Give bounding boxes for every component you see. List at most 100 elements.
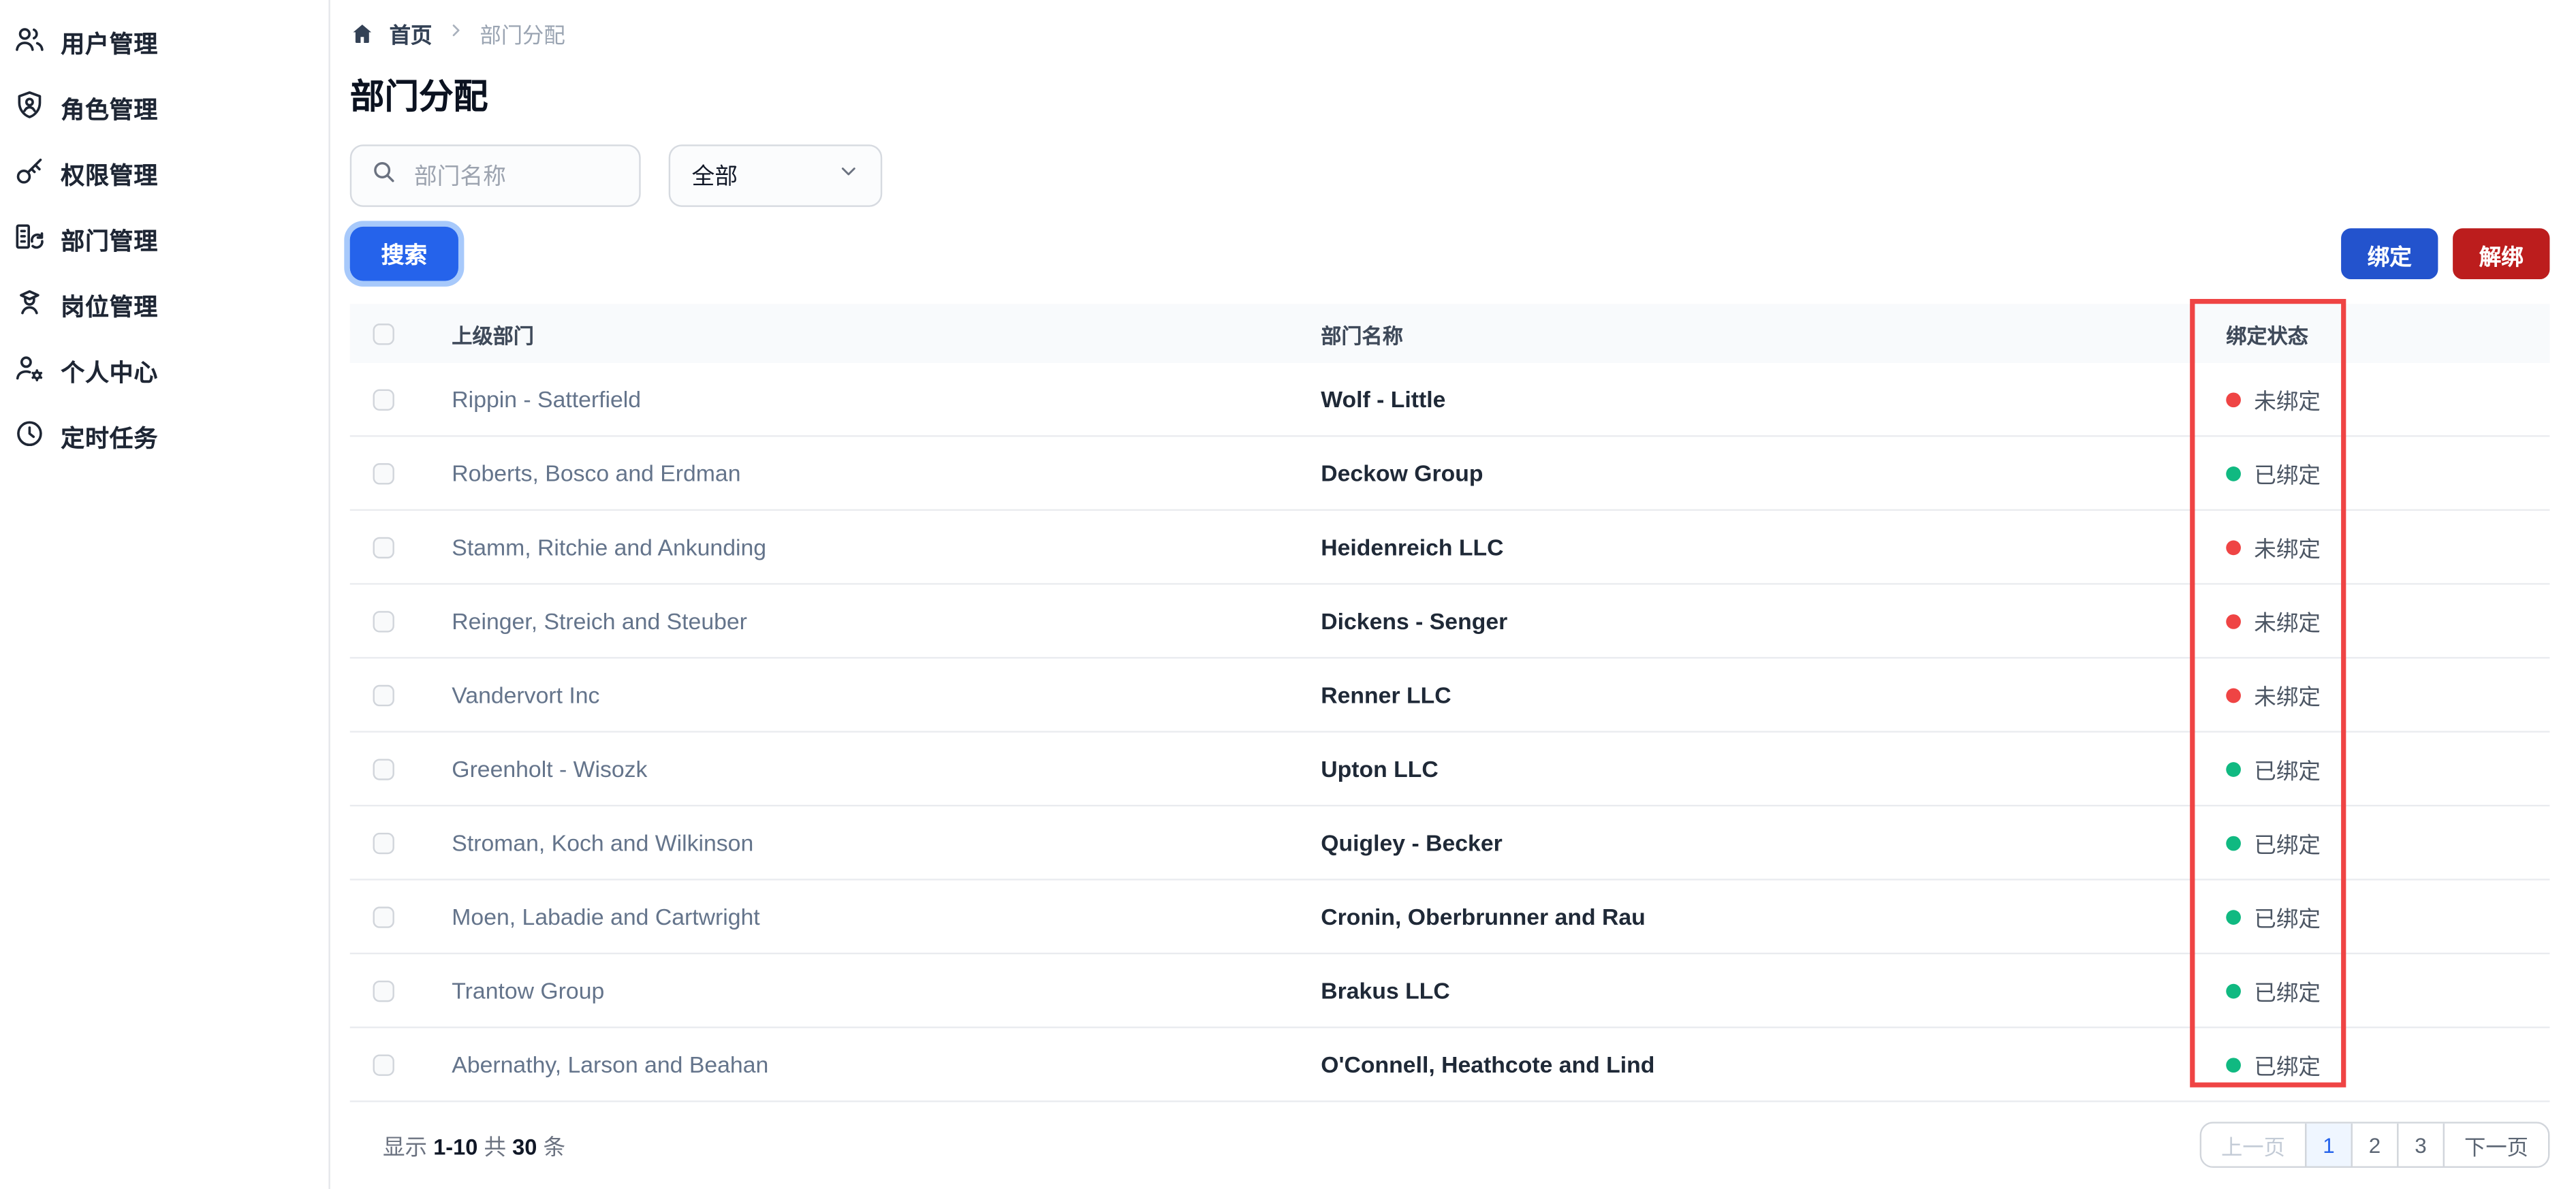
status-label: 未绑定 [2254,537,2321,562]
department-name-search-box[interactable] [349,144,641,207]
table-row[interactable]: Rippin - Satterfield Wolf - Little 未绑定 [349,363,2550,437]
status-label: 已绑定 [2254,832,2321,858]
status-dot-icon [2226,392,2241,407]
table-body: Rippin - Satterfield Wolf - Little 未绑定 R… [349,363,2550,1103]
select-value: 全部 [691,162,738,189]
status-label: 已绑定 [2254,1054,2321,1079]
table-row[interactable]: Trantow Group Brakus LLC 已绑定 [349,954,2550,1028]
next-page-button[interactable]: 下一页 [2443,1123,2549,1167]
status-label: 未绑定 [2254,389,2321,414]
status-dot-icon [2226,539,2241,555]
parent-department-cell: Stroman, Koch and Wilkinson [452,829,754,856]
chevron-down-icon [838,161,859,190]
sidebar-item-personal-center[interactable]: 个人中心 [0,338,328,404]
sidebar-item-user-management[interactable]: 用户管理 [0,10,328,75]
column-header-status: 绑定状态 [2226,324,2308,348]
home-icon[interactable] [350,20,375,45]
pagination-summary: 显示 1-10 共 30 条 [382,1135,566,1160]
binding-status-cell: 未绑定 [2226,605,2549,637]
row-checkbox[interactable] [373,831,394,854]
sidebar-item-position-management[interactable]: 岗位管理 [0,272,328,338]
table-row[interactable]: Abernathy, Larson and Beahan O'Connell, … [349,1028,2550,1103]
sidebar-item-label: 定时任务 [61,426,159,453]
key-icon [13,154,46,195]
filter-bar: 全部 [349,144,2550,207]
sidebar-item-role-management[interactable]: 角色管理 [0,76,328,141]
action-bar: 搜索 绑定 解绑 [349,226,2550,281]
table-row[interactable]: Vandervort Inc Renner LLC 未绑定 [349,659,2550,733]
sidebar-item-label: 部门管理 [61,229,159,256]
sidebar-item-scheduled-tasks[interactable]: 定时任务 [0,404,328,469]
department-name-cell: Upton LLC [1321,755,1439,782]
status-label: 已绑定 [2254,463,2321,488]
binding-status-cell: 已绑定 [2226,752,2549,785]
users-icon [13,22,46,63]
summary-range: 1-10 [433,1135,478,1160]
binding-status-cell: 已绑定 [2226,974,2549,1006]
table-row[interactable]: Roberts, Bosco and Erdman Deckow Group 已… [349,437,2550,511]
row-checkbox[interactable] [373,1053,394,1075]
main-content: 首页 部门分配 部门分配 全部 搜索 绑定 解绑 上 [332,0,2576,1189]
table-row[interactable]: Greenholt - Wisozk Upton LLC 已绑定 [349,732,2550,807]
parent-department-cell: Abernathy, Larson and Beahan [452,1051,769,1078]
row-checkbox[interactable] [373,610,394,632]
unbind-button[interactable]: 解绑 [2453,228,2550,280]
department-name-cell: Deckow Group [1321,460,1483,486]
status-filter-select[interactable]: 全部 [668,144,883,207]
chevron-right-icon [447,18,465,48]
user-gear-icon [13,351,46,392]
status-dot-icon [2226,613,2241,629]
page-button-3[interactable]: 3 [2397,1123,2443,1167]
parent-department-cell: Vandervort Inc [452,681,600,708]
row-checkbox[interactable] [373,388,394,410]
department-name-cell: Renner LLC [1321,681,1451,708]
summary-total: 30 [512,1135,537,1160]
parent-department-cell: Trantow Group [452,977,605,1004]
pagination: 上一页 1 2 3 下一页 [2199,1122,2550,1168]
sidebar-item-label: 角色管理 [61,97,159,125]
row-checkbox[interactable] [373,906,394,928]
prev-page-button[interactable]: 上一页 [2201,1123,2305,1167]
status-dot-icon [2226,465,2241,481]
binding-status-cell: 已绑定 [2226,457,2549,490]
status-label: 已绑定 [2254,906,2321,932]
binding-status-cell: 未绑定 [2226,530,2549,563]
page-button-2[interactable]: 2 [2351,1123,2398,1167]
row-checkbox[interactable] [373,536,394,558]
binding-status-cell: 已绑定 [2226,1048,2549,1081]
clock-icon [13,416,46,457]
breadcrumb-home[interactable]: 首页 [390,17,433,48]
sidebar-item-label: 用户管理 [61,32,159,59]
table-row[interactable]: Moen, Labadie and Cartwright Cronin, Obe… [349,880,2550,955]
table-header-row: 上级部门 部门名称 绑定状态 [349,304,2550,364]
row-checkbox[interactable] [373,462,394,484]
shield-user-icon [13,88,46,129]
status-label: 已绑定 [2254,759,2321,784]
row-checkbox[interactable] [373,758,394,780]
table-row[interactable]: Reinger, Streich and Steuber Dickens - S… [349,584,2550,659]
department-name-cell: Quigley - Becker [1321,829,1503,856]
department-name-cell: Dickens - Senger [1321,607,1508,635]
department-name-cell: Brakus LLC [1321,977,1450,1004]
search-input[interactable] [411,161,621,191]
column-header-parent: 上级部门 [452,324,534,348]
page-title: 部门分配 [349,78,488,117]
sidebar: 用户管理 角色管理 权限管理 部门管理 岗位管理 个人中心 定时任务 [0,0,330,1189]
select-all-checkbox[interactable] [373,322,394,345]
parent-department-cell: Stamm, Ritchie and Ankunding [452,533,767,560]
row-checkbox[interactable] [373,979,394,1002]
sidebar-item-label: 权限管理 [61,163,159,190]
page-button-1[interactable]: 1 [2304,1123,2351,1167]
parent-department-cell: Moen, Labadie and Cartwright [452,903,760,930]
app-window: 用户管理 角色管理 权限管理 部门管理 岗位管理 个人中心 定时任务 首页 部门… [0,0,2576,1189]
binding-status-cell: 已绑定 [2226,900,2549,933]
sidebar-item-department-management[interactable]: 部门管理 [0,207,328,272]
search-button[interactable]: 搜索 [349,226,458,281]
bind-button[interactable]: 绑定 [2341,228,2438,280]
table-row[interactable]: Stamm, Ritchie and Ankunding Heidenreich… [349,511,2550,585]
row-checkbox[interactable] [373,684,394,706]
table-row[interactable]: Stroman, Koch and Wilkinson Quigley - Be… [349,806,2550,881]
sidebar-item-permission-management[interactable]: 权限管理 [0,141,328,206]
binding-status-cell: 未绑定 [2226,383,2549,415]
status-dot-icon [2226,761,2241,776]
